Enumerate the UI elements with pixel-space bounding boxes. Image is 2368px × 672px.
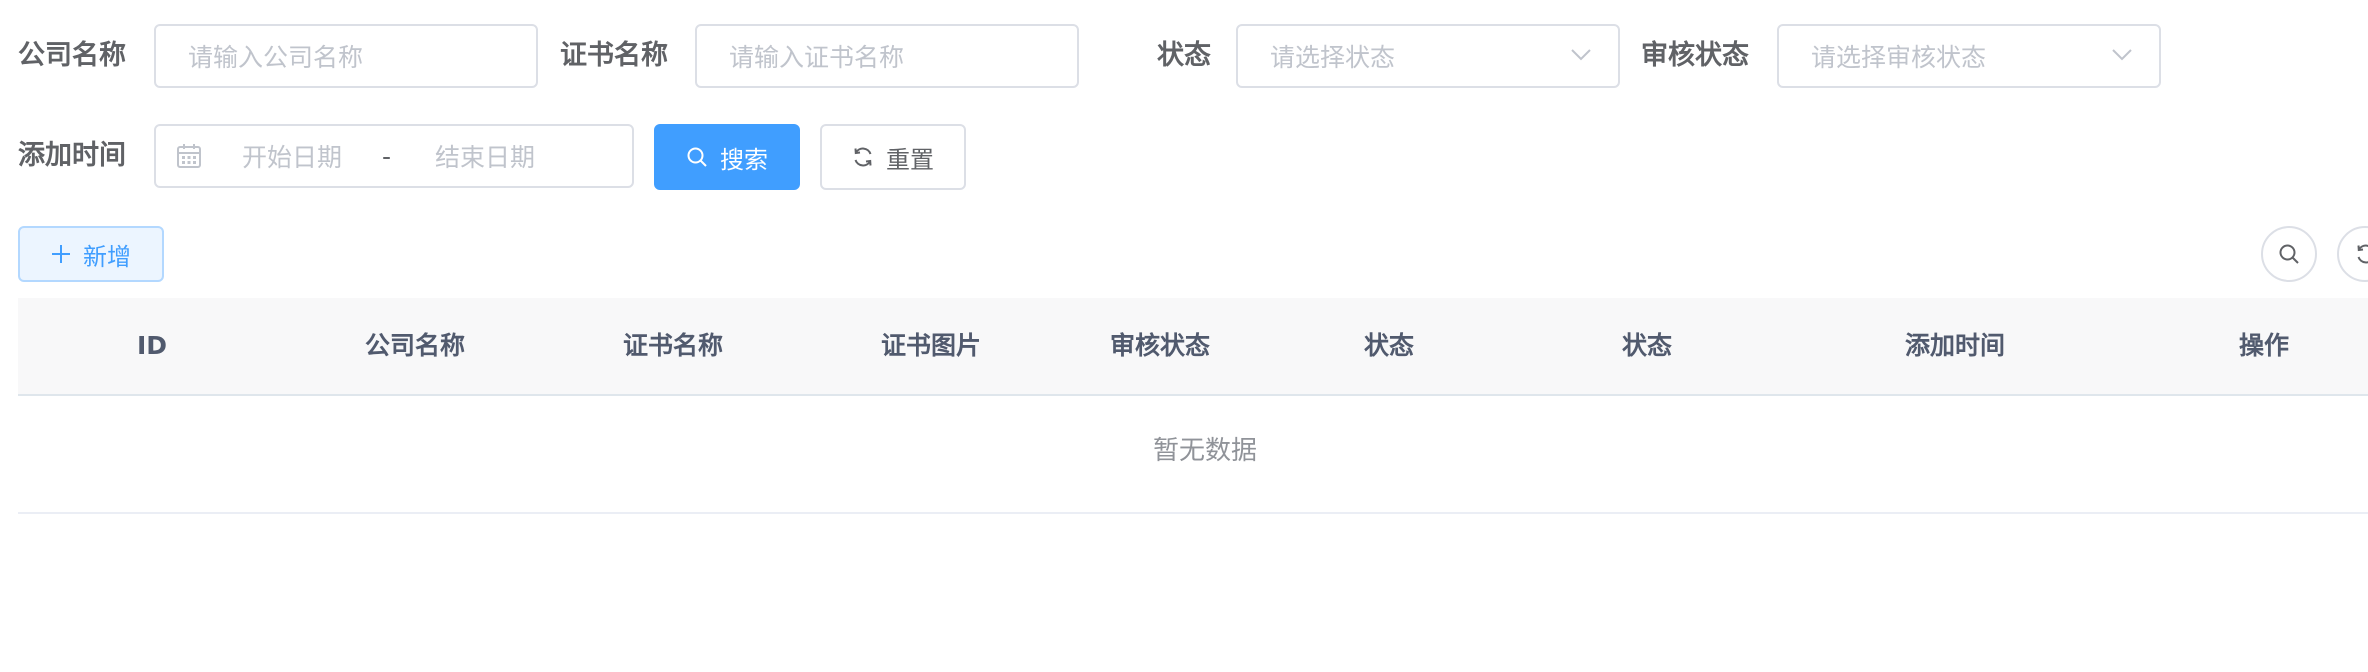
reset-button[interactable]: 重置 xyxy=(820,124,966,190)
status-label: 状态 xyxy=(1157,40,1211,71)
refresh-icon xyxy=(2357,244,2368,264)
company-name-label: 公司名称 xyxy=(18,40,126,71)
company-name-placeholder: 请输入公司名称 xyxy=(188,43,364,72)
refresh-table-button[interactable] xyxy=(2337,226,2368,282)
add-time-label: 添加时间 xyxy=(18,140,126,171)
column-header-company-name[interactable]: 公司名称 xyxy=(365,298,465,394)
chevron-down-icon xyxy=(2112,49,2132,61)
add-button-label: 新增 xyxy=(83,242,131,271)
chevron-down-icon xyxy=(1571,49,1591,61)
search-button-label: 搜索 xyxy=(720,145,768,174)
end-date-placeholder[interactable]: 结束日期 xyxy=(435,138,535,174)
column-header-audit-status[interactable]: 审核状态 xyxy=(1110,298,1210,394)
date-range-separator: - xyxy=(382,141,392,171)
column-header-id[interactable]: ID xyxy=(137,298,167,394)
audit-status-select[interactable]: 请选择审核状态 xyxy=(1777,24,2161,88)
column-header-status-2[interactable]: 状态 xyxy=(1622,298,1672,394)
column-header-certificate-name[interactable]: 证书名称 xyxy=(623,298,723,394)
company-name-input[interactable]: 请输入公司名称 xyxy=(154,24,538,88)
refresh-icon xyxy=(854,147,872,167)
certificate-name-placeholder: 请输入证书名称 xyxy=(729,43,905,72)
search-icon xyxy=(2279,244,2299,264)
table-empty-text: 暂无数据 xyxy=(1152,436,1258,466)
plus-icon xyxy=(52,245,70,263)
column-header-status[interactable]: 状态 xyxy=(1364,298,1414,394)
table-header: ID 公司名称 证书名称 证书图片 审核状态 状态 状态 添加时间 操作 xyxy=(18,298,2368,396)
column-header-certificate-image[interactable]: 证书图片 xyxy=(881,298,981,394)
column-header-add-time[interactable]: 添加时间 xyxy=(1905,298,2005,394)
audit-status-placeholder: 请选择审核状态 xyxy=(1811,43,1987,72)
add-button[interactable]: 新增 xyxy=(18,226,164,282)
status-placeholder: 请选择状态 xyxy=(1270,43,1396,72)
audit-status-label: 审核状态 xyxy=(1641,40,1749,71)
status-select[interactable]: 请选择状态 xyxy=(1236,24,1620,88)
date-range-picker[interactable]: 开始日期 - 结束日期 xyxy=(154,124,634,188)
reset-button-label: 重置 xyxy=(886,145,934,174)
toggle-search-button[interactable] xyxy=(2261,226,2317,282)
calendar-icon xyxy=(177,144,201,168)
certificate-name-label: 证书名称 xyxy=(560,40,668,71)
column-header-actions[interactable]: 操作 xyxy=(2239,298,2289,394)
table-bottom-divider xyxy=(18,512,2368,514)
search-button[interactable]: 搜索 xyxy=(654,124,800,190)
search-icon xyxy=(687,147,707,167)
start-date-placeholder[interactable]: 开始日期 xyxy=(242,138,342,174)
certificate-name-input[interactable]: 请输入证书名称 xyxy=(695,24,1079,88)
